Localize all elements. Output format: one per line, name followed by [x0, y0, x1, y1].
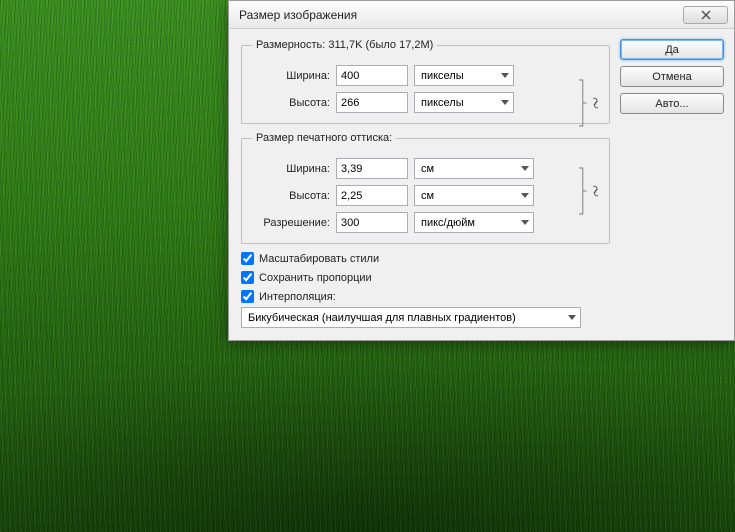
chevron-down-icon [568, 315, 576, 320]
doc-width-label: Ширина: [252, 163, 330, 175]
pixel-width-unit-select[interactable]: пикселы [414, 65, 514, 86]
document-size-legend: Размер печатного оттиска: [252, 132, 396, 144]
resolution-input[interactable] [336, 212, 408, 233]
select-value: пикселы [421, 97, 495, 109]
scale-styles-checkbox[interactable] [241, 252, 254, 265]
pixel-height-input[interactable] [336, 92, 408, 113]
resample-checkbox[interactable] [241, 290, 254, 303]
doc-height-label: Высота: [252, 190, 330, 202]
close-button[interactable] [683, 6, 728, 24]
doc-width-input[interactable] [336, 158, 408, 179]
constrain-link-doc [579, 164, 601, 218]
image-size-dialog: Размер изображения Размерность: 311,7K (… [228, 0, 735, 341]
constrain-link-pixel [579, 76, 601, 130]
scale-styles-label: Масштабировать стили [259, 253, 379, 265]
resolution-unit-select[interactable]: пикс/дюйм [414, 212, 534, 233]
chain-icon [590, 97, 601, 109]
button-label: Авто... [655, 98, 688, 110]
constrain-proportions-checkbox[interactable] [241, 271, 254, 284]
cancel-button[interactable]: Отмена [620, 66, 724, 87]
pixel-dimensions-group: Размерность: 311,7K (было 17,2M) Ширина:… [241, 39, 610, 124]
doc-width-unit-select[interactable]: см [414, 158, 534, 179]
chevron-down-icon [521, 166, 529, 171]
close-icon [701, 10, 711, 20]
pixel-height-unit-select[interactable]: пикселы [414, 92, 514, 113]
chevron-down-icon [501, 100, 509, 105]
height-label: Высота: [252, 97, 330, 109]
button-label: Отмена [652, 71, 691, 83]
chevron-down-icon [501, 73, 509, 78]
select-value: пикселы [421, 70, 495, 82]
doc-height-unit-select[interactable]: см [414, 185, 534, 206]
doc-height-input[interactable] [336, 185, 408, 206]
auto-button[interactable]: Авто... [620, 93, 724, 114]
document-size-group: Размер печатного оттиска: Ширина: см Выс… [241, 132, 610, 244]
resample-label: Интерполяция: [259, 291, 336, 303]
chevron-down-icon [521, 193, 529, 198]
button-label: Да [665, 44, 679, 56]
select-value: см [421, 163, 515, 175]
select-value: пикс/дюйм [421, 217, 515, 229]
width-label: Ширина: [252, 70, 330, 82]
ok-button[interactable]: Да [620, 39, 724, 60]
resolution-label: Разрешение: [252, 217, 330, 229]
select-value: Бикубическая (наилучшая для плавных град… [248, 312, 562, 324]
constrain-label: Сохранить пропорции [259, 272, 372, 284]
select-value: см [421, 190, 515, 202]
dialog-title: Размер изображения [239, 8, 357, 22]
pixel-dimensions-legend: Размерность: 311,7K (было 17,2M) [252, 39, 437, 51]
dialog-titlebar[interactable]: Размер изображения [229, 1, 734, 29]
interpolation-method-select[interactable]: Бикубическая (наилучшая для плавных град… [241, 307, 581, 328]
chevron-down-icon [521, 220, 529, 225]
chain-icon [590, 185, 601, 197]
pixel-width-input[interactable] [336, 65, 408, 86]
